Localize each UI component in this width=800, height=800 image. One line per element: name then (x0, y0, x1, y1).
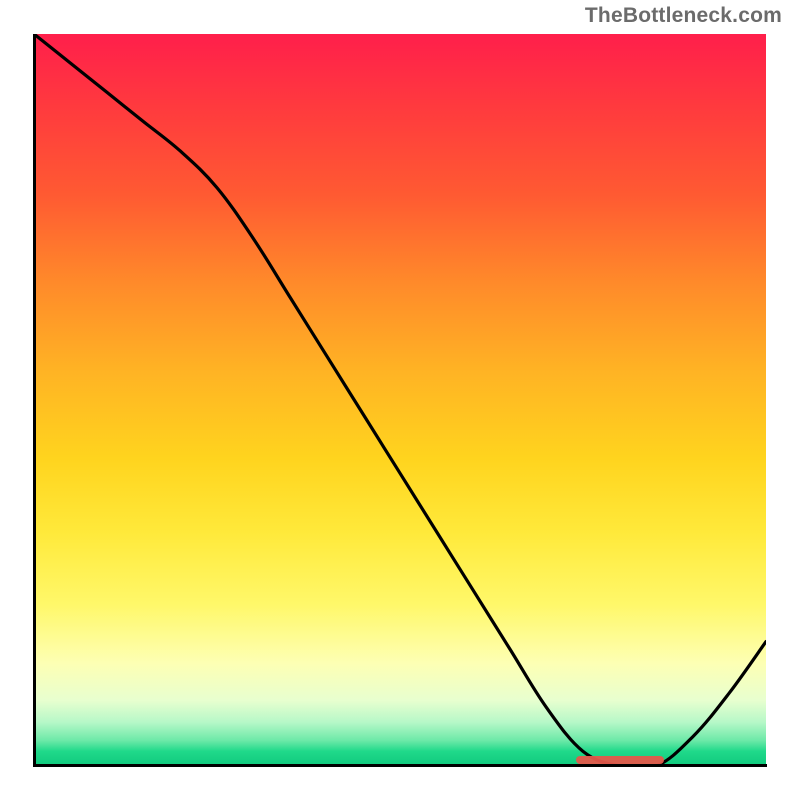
chart-plot-area (34, 34, 766, 766)
chart-line (34, 34, 766, 766)
watermark-text: TheBottleneck.com (585, 4, 782, 28)
optimal-range-marker (576, 756, 664, 764)
